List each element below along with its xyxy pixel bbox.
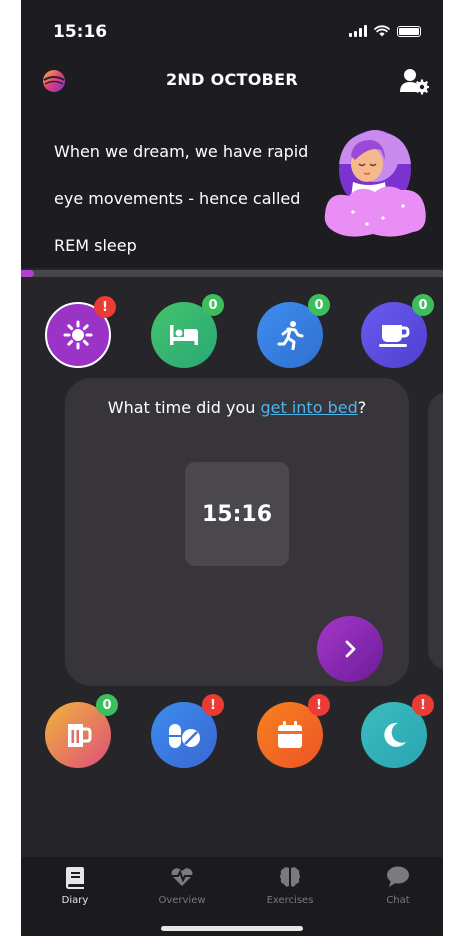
medication-category-button[interactable]: !	[151, 694, 224, 768]
book-icon	[66, 867, 84, 889]
alert-badge: !	[308, 694, 330, 716]
nav-item-overview[interactable]: Overview	[137, 865, 227, 906]
calendar-icon	[278, 721, 302, 748]
sun-category-button[interactable]: !	[45, 296, 116, 368]
exercise-category-button[interactable]: 0	[257, 294, 330, 368]
count-badge: 0	[412, 294, 434, 316]
question-card: What time did you get into bed? 15:16	[65, 378, 409, 686]
pills-icon	[169, 724, 200, 748]
status-icons	[349, 25, 421, 37]
app-screen: 15:16 2ND OCTOBER When we dream, we have…	[21, 0, 443, 936]
battery-icon	[397, 25, 421, 37]
nav-item-exercises[interactable]: Exercises	[245, 865, 335, 906]
calendar-category-button[interactable]: !	[257, 694, 330, 768]
nav-label: Overview	[158, 895, 206, 906]
running-icon	[277, 321, 304, 350]
home-indicator	[161, 926, 303, 931]
progress-fill	[21, 270, 34, 277]
nav-item-diary[interactable]: Diary	[30, 865, 120, 906]
bed-category-button[interactable]: 0	[151, 294, 224, 368]
signal-icon	[349, 25, 367, 37]
nav-label: Diary	[61, 895, 89, 906]
alcohol-category-button[interactable]: 0	[45, 694, 118, 768]
alert-badge: !	[94, 296, 116, 318]
status-time: 15:16	[53, 22, 108, 42]
count-badge: 0	[308, 294, 330, 316]
heartbeat-icon	[171, 868, 193, 886]
alert-badge: !	[412, 694, 434, 716]
fact-line: When we dream, we have rapid	[54, 142, 309, 161]
coffee-category-button[interactable]: 0	[361, 294, 434, 368]
fact-line: REM sleep	[54, 236, 137, 255]
page-title: 2ND OCTOBER	[166, 70, 298, 89]
coffee-cup-icon	[379, 325, 410, 347]
count-badge: 0	[96, 694, 118, 716]
alert-badge: !	[202, 694, 224, 716]
chat-icon	[387, 866, 409, 887]
count-badge: 0	[202, 294, 224, 316]
next-button[interactable]	[317, 616, 383, 682]
chevron-right-icon	[345, 640, 356, 658]
beer-icon	[68, 724, 92, 747]
question-text: What time did you get into bed?	[107, 398, 367, 417]
time-picker[interactable]: 15:16	[185, 462, 289, 566]
sleep-fact: When we dream, we have rapid eye movemen…	[54, 128, 339, 269]
night-category-button[interactable]: !	[361, 694, 434, 768]
sun-icon	[63, 320, 93, 350]
brain-icon	[280, 867, 300, 887]
get-into-bed-link[interactable]: get into bed	[260, 398, 357, 417]
nav-label: Chat	[386, 895, 410, 906]
next-question-card[interactable]	[428, 392, 443, 670]
moon-icon	[384, 722, 406, 747]
nav-label: Exercises	[266, 895, 314, 906]
bottom-nav: Diary Overview Exercises Chat	[21, 857, 443, 936]
fact-line: eye movements - hence called	[54, 189, 301, 208]
profile-settings-icon[interactable]	[399, 67, 429, 95]
wifi-icon	[374, 25, 390, 37]
progress-bar	[21, 270, 443, 277]
nav-item-chat[interactable]: Chat	[353, 865, 443, 906]
sleeping-girl-illustration	[324, 130, 426, 237]
bed-icon	[170, 325, 198, 345]
